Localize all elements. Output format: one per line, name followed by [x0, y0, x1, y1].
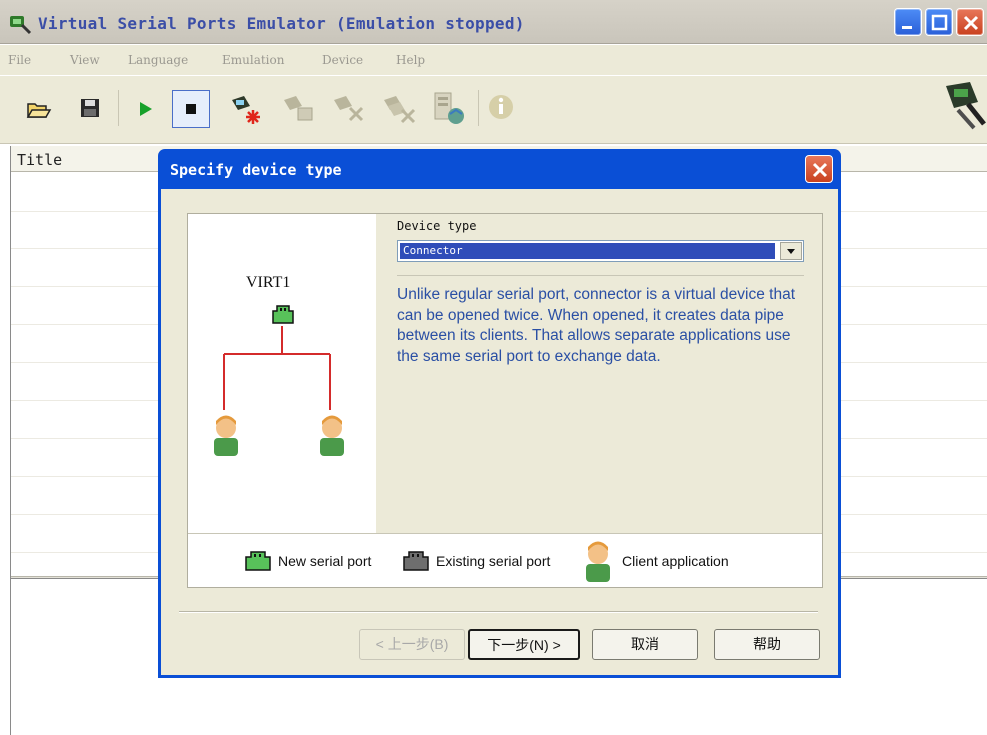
window-title: Virtual Serial Ports Emulator (Emulation… — [38, 14, 525, 33]
remove-device-icon[interactable] — [332, 92, 366, 124]
maximize-icon — [931, 14, 948, 31]
device-type-description: Unlike regular serial port, connector is… — [397, 286, 796, 365]
dialog-separator — [179, 611, 818, 613]
menu-help[interactable]: Help — [396, 53, 425, 67]
specify-device-type-dialog: Specify device type VIRT1 Device type Co… — [158, 149, 841, 678]
connector-diagram: VIRT1 — [188, 214, 376, 533]
device-type-dropdown[interactable]: Connector — [397, 240, 804, 262]
legend-new-port-label: New serial port — [278, 553, 372, 569]
divider — [397, 275, 804, 276]
menu-emulation[interactable]: Emulation — [222, 53, 284, 67]
client-application-icon — [320, 415, 344, 456]
menu-bar: File View Language Emulation Device Help — [0, 45, 987, 75]
legend-client-label: Client application — [622, 553, 729, 569]
dialog-title: Specify device type — [170, 161, 342, 179]
serial-connector-icon — [10, 16, 32, 35]
menu-language[interactable]: Language — [128, 53, 188, 67]
client-application-icon — [214, 415, 238, 456]
info-icon[interactable] — [486, 92, 516, 122]
menu-file[interactable]: File — [8, 53, 31, 67]
device-type-options: Device type Connector Unlike regular ser… — [376, 214, 822, 533]
device-type-panel: VIRT1 Device type Connector Unlike regul… — [187, 213, 823, 588]
close-icon — [812, 162, 828, 178]
device-properties-icon[interactable] — [282, 92, 314, 124]
close-icon — [963, 15, 979, 31]
device-type-label: Device type — [397, 219, 477, 233]
stop-button[interactable] — [172, 90, 210, 128]
new-serial-port-icon — [245, 551, 271, 571]
existing-serial-port-icon — [403, 551, 429, 571]
device-type-selected-value: Connector — [400, 243, 775, 259]
back-button[interactable]: < 上一步(B) — [359, 629, 465, 660]
new-device-icon[interactable] — [230, 92, 262, 124]
diagram-legend: New serial port Existing serial port Cli… — [188, 533, 822, 587]
reset-network-icon[interactable] — [432, 90, 466, 126]
toolbar-separator — [478, 90, 479, 126]
maximize-button[interactable] — [925, 8, 953, 36]
close-button[interactable] — [956, 8, 984, 36]
minimize-icon — [902, 26, 912, 29]
open-folder-icon[interactable] — [26, 98, 52, 120]
help-button[interactable]: 帮助 — [714, 629, 820, 660]
legend-existing-port-label: Existing serial port — [436, 553, 551, 569]
dialog-body: VIRT1 Device type Connector Unlike regul… — [161, 189, 838, 675]
toolbar-separator — [118, 90, 119, 126]
title-bar: Virtual Serial Ports Emulator (Emulation… — [0, 0, 987, 44]
logo-icon — [946, 82, 986, 130]
cancel-button[interactable]: 取消 — [592, 629, 698, 660]
next-button[interactable]: 下一步(N) > — [468, 629, 580, 660]
remove-all-icon[interactable] — [382, 92, 416, 124]
diagram-wires — [223, 326, 331, 410]
new-serial-port-icon — [272, 305, 294, 324]
menu-view[interactable]: View — [70, 53, 100, 67]
chevron-down-icon — [787, 249, 795, 254]
minimize-button[interactable] — [894, 8, 922, 36]
menu-device[interactable]: Device — [322, 53, 363, 67]
dropdown-arrow-button[interactable] — [780, 242, 802, 260]
play-icon[interactable] — [136, 98, 156, 120]
stop-icon — [186, 104, 196, 114]
save-disk-icon[interactable] — [79, 97, 101, 119]
dialog-close-button[interactable] — [805, 155, 833, 183]
column-title: Title — [17, 151, 63, 169]
client-application-icon — [586, 541, 610, 582]
